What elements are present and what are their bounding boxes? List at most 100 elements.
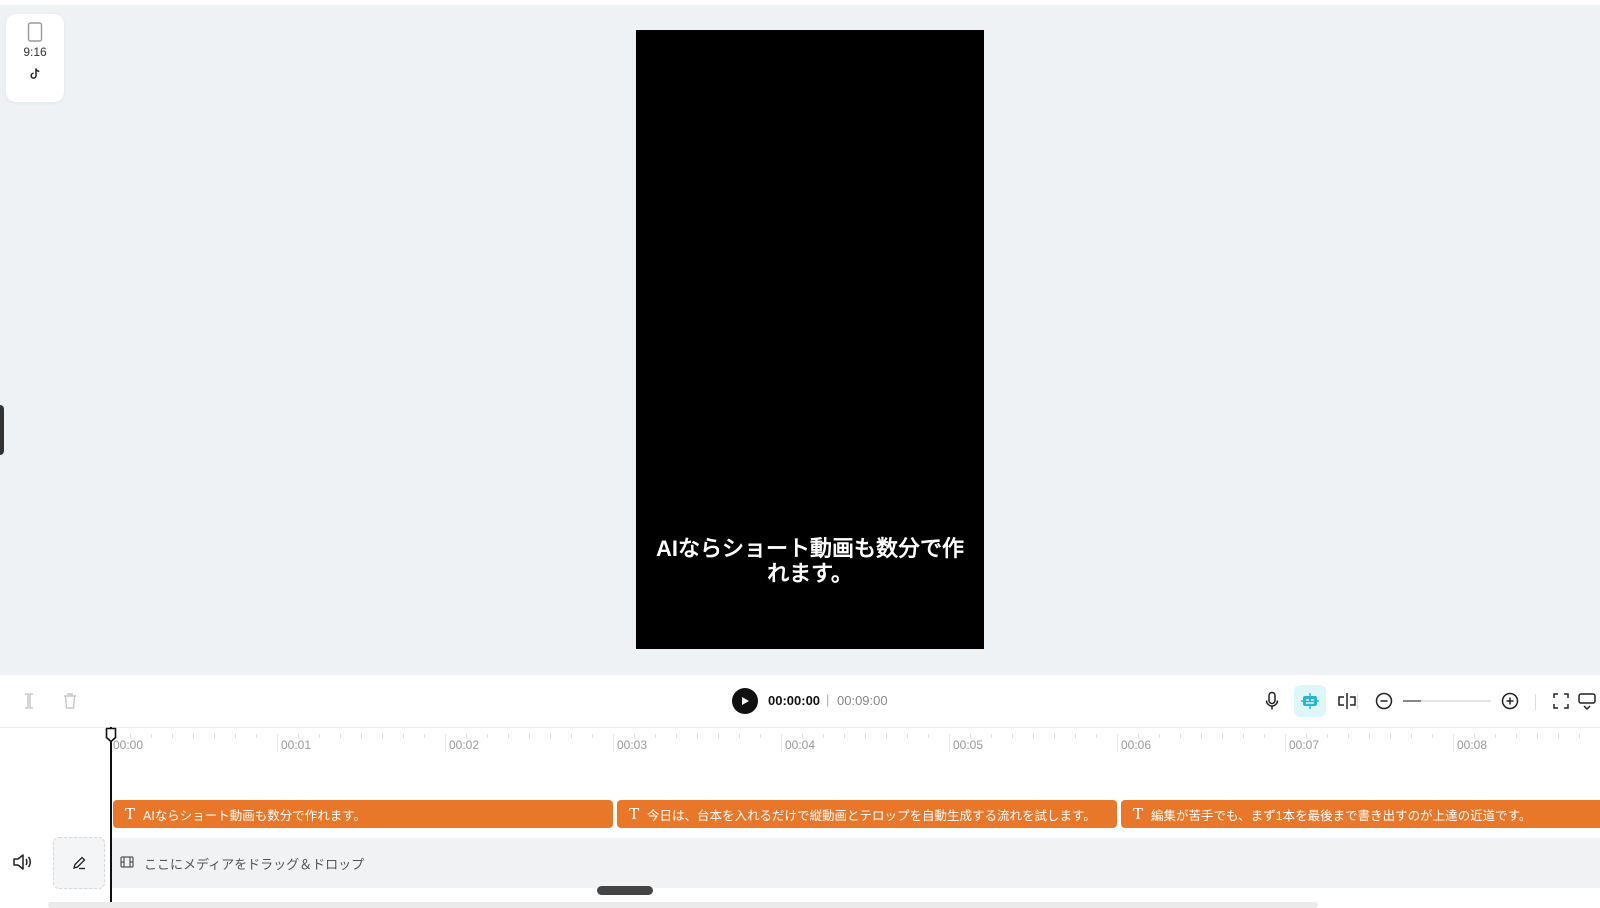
ruler-time-label: 00:06	[1121, 738, 1152, 752]
ruler-minor-tick	[991, 734, 992, 738]
ruler-minor-tick	[298, 734, 299, 738]
text-clip[interactable]: T AIならショート動画も数分で作れます。	[113, 800, 613, 828]
zoom-in-button[interactable]	[1495, 686, 1525, 716]
text-icon: T	[124, 805, 135, 823]
ruler-major-tick	[277, 734, 278, 752]
ruler-minor-tick	[907, 734, 908, 738]
toolbar-divider	[1535, 694, 1536, 710]
ruler-major-tick	[1285, 734, 1286, 752]
ruler-minor-tick	[487, 734, 488, 738]
ruler-major-tick	[445, 734, 446, 752]
media-drop-hint: ここにメディアをドラッグ＆ドロップ	[144, 857, 365, 872]
ruler-minor-tick	[697, 734, 698, 738]
more-options-button[interactable]	[1578, 686, 1600, 716]
ruler-minor-tick	[760, 734, 761, 738]
ruler-time-label: 00:01	[281, 738, 312, 752]
tiktok-icon	[30, 68, 40, 79]
toolbar-divider	[1357, 694, 1358, 710]
ruler-minor-tick	[802, 734, 803, 738]
ruler-time-label: 00:07	[1289, 738, 1320, 752]
delete-button[interactable]	[55, 686, 85, 716]
ruler-minor-tick	[1411, 734, 1412, 738]
text-icon: T	[1132, 805, 1143, 823]
film-strip-icon	[120, 856, 134, 868]
edit-cover-button[interactable]	[53, 837, 105, 889]
ruler-time-label: 00:03	[617, 738, 648, 752]
ruler-minor-tick	[739, 734, 740, 738]
ruler-time-label: 00:00	[113, 738, 144, 752]
ruler-minor-tick	[655, 734, 656, 738]
current-time: 00:00:00	[768, 693, 821, 708]
ruler-minor-tick	[1243, 734, 1244, 738]
text-clip[interactable]: T 編集が苦手でも、まず1本を最後まで書き出すのが上達の近道です。	[1121, 800, 1600, 828]
ruler-minor-tick	[1096, 734, 1097, 738]
auto-captions-toggle[interactable]	[1294, 685, 1326, 717]
zoom-out-icon	[1375, 692, 1393, 710]
split-button[interactable]	[14, 686, 44, 716]
ruler-minor-tick	[1201, 734, 1202, 738]
ruler-time-label: 00:05	[953, 738, 984, 752]
media-track-dropzone[interactable]: ここにメディアをドラッグ＆ドロップ	[112, 838, 1600, 888]
preview-caption[interactable]: AIならショート動画も数分で作れます。	[636, 536, 984, 586]
ruler-minor-tick	[1474, 734, 1475, 738]
ruler-minor-tick	[1516, 734, 1517, 738]
playhead-handle[interactable]	[105, 727, 117, 743]
snap-split-icon	[1338, 693, 1356, 709]
play-icon	[742, 697, 749, 705]
zoom-slider-fill	[1403, 700, 1421, 702]
ruler-minor-tick	[172, 734, 173, 738]
ruler-minor-tick	[1558, 734, 1559, 738]
portrait-phone-icon	[27, 22, 43, 42]
ruler-time-label: 00:04	[785, 738, 816, 752]
ruler-minor-tick	[1075, 734, 1076, 738]
microphone-icon	[1265, 691, 1279, 710]
subtitle-menu-icon	[1578, 693, 1596, 710]
ruler-major-tick	[613, 734, 614, 752]
ruler-minor-tick	[1390, 734, 1391, 738]
ruler-minor-tick	[970, 734, 971, 738]
left-panel-handle[interactable]	[0, 405, 4, 455]
ruler-minor-tick	[718, 734, 719, 738]
play-button[interactable]	[732, 688, 758, 714]
ruler-minor-tick	[1579, 734, 1580, 738]
ruler-minor-tick	[151, 734, 152, 738]
aspect-ratio-selector[interactable]: 9:16	[6, 14, 64, 102]
trash-icon	[64, 693, 76, 709]
fullscreen-button[interactable]	[1546, 686, 1576, 716]
timeline-ruler[interactable]: 00:00 00:01 00:02 00:03 00:04 00:05 00:06 00:07…	[0, 728, 1600, 758]
ruler-major-tick	[781, 734, 782, 752]
text-clip-label: AIならショート動画も数分で作れます。	[143, 808, 367, 823]
ruler-minor-tick	[1264, 734, 1265, 738]
captions-icon	[1301, 693, 1319, 709]
ruler-minor-tick	[361, 734, 362, 738]
ruler-minor-tick	[340, 734, 341, 738]
timeline-scroll-thumb[interactable]	[597, 886, 653, 895]
ruler-minor-tick	[214, 734, 215, 738]
video-preview[interactable]: AIならショート動画も数分で作れます。	[636, 30, 984, 649]
ruler-minor-tick	[1012, 734, 1013, 738]
ruler-minor-tick	[424, 734, 425, 738]
ruler-minor-tick	[823, 734, 824, 738]
ruler-minor-tick	[403, 734, 404, 738]
ruler-minor-tick	[1033, 734, 1034, 738]
ruler-minor-tick	[1432, 734, 1433, 738]
text-clip[interactable]: T 今日は、台本を入れるだけで縦動画とテロップを自動生成する流れを試します。	[617, 800, 1117, 828]
time-separator: |	[826, 692, 830, 707]
ruler-minor-tick	[928, 734, 929, 738]
zoom-out-button[interactable]	[1369, 686, 1399, 716]
ruler-minor-tick	[193, 734, 194, 738]
ruler-minor-tick	[382, 734, 383, 738]
ruler-time-label: 00:08	[1457, 738, 1488, 752]
ruler-minor-tick	[256, 734, 257, 738]
ruler-minor-tick	[592, 734, 593, 738]
voiceover-button[interactable]	[1257, 686, 1287, 716]
zoom-slider[interactable]	[1403, 700, 1491, 702]
top-edge	[0, 0, 1600, 5]
ruler-minor-tick	[1159, 734, 1160, 738]
horizontal-scrollbar[interactable]	[48, 902, 1318, 908]
text-clip-label: 今日は、台本を入れるだけで縦動画とテロップを自動生成する流れを試します。	[647, 808, 1096, 823]
ruler-minor-tick	[1348, 734, 1349, 738]
mute-track-icon[interactable]	[10, 850, 34, 874]
ruler-minor-tick	[1180, 734, 1181, 738]
zoom-in-icon	[1501, 692, 1519, 710]
